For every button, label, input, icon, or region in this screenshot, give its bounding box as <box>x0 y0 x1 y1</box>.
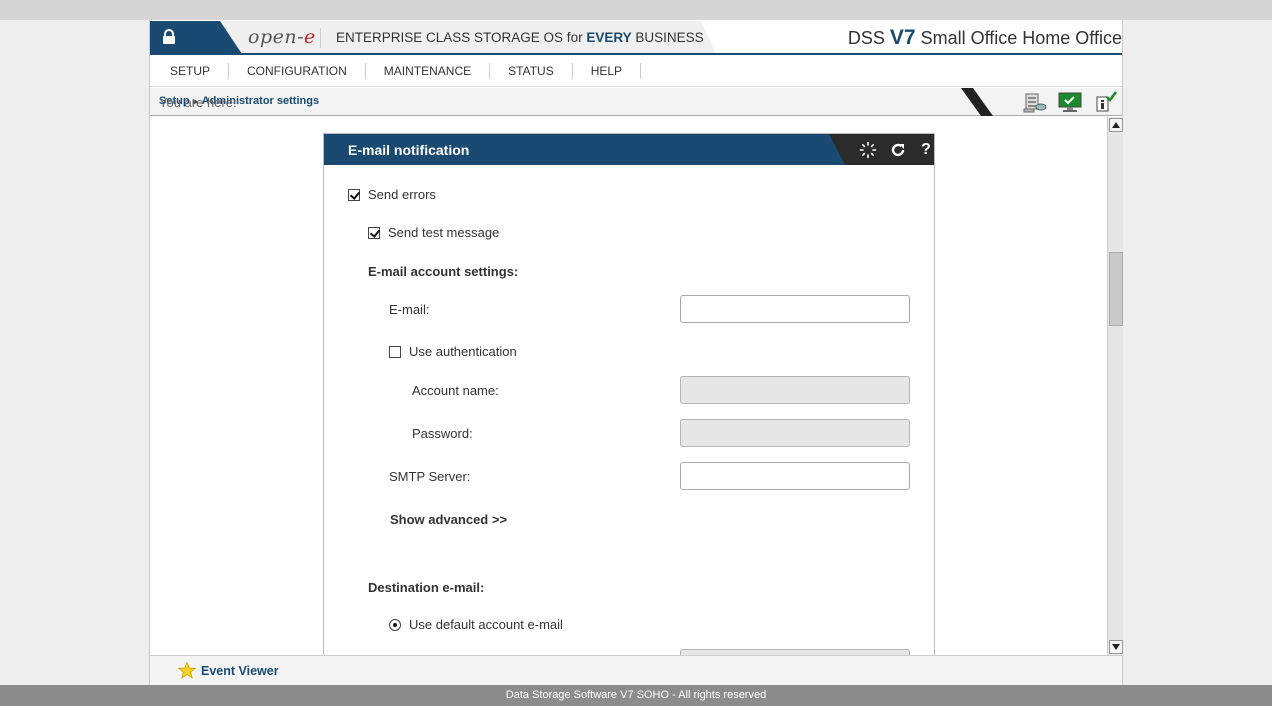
show-advanced-link[interactable]: Show advanced >> <box>390 512 507 527</box>
send-test-row[interactable]: Send test message <box>368 225 499 240</box>
menu-setup[interactable]: SETUP <box>152 63 230 79</box>
star-icon[interactable] <box>178 662 196 679</box>
scroll-thumb[interactable] <box>1109 252 1123 326</box>
header-tagline: ENTERPRISE CLASS STORAGE OS for EVERY BU… <box>336 30 704 45</box>
use-auth-label: Use authentication <box>409 344 517 359</box>
email-input[interactable] <box>680 295 910 323</box>
send-test-checkbox[interactable] <box>368 226 380 239</box>
storage-icon[interactable] <box>1023 91 1047 113</box>
event-viewer-link[interactable]: Event Viewer <box>201 664 279 678</box>
menu-status[interactable]: STATUS <box>490 63 573 79</box>
refresh-spinner-icon[interactable] <box>859 141 877 159</box>
panel-tools: ? <box>829 134 934 165</box>
reload-icon[interactable] <box>889 141 907 159</box>
header-slash-decoration <box>961 88 993 116</box>
info-check-icon[interactable] <box>1094 91 1118 113</box>
lock-icon <box>163 29 175 44</box>
password-input[interactable] <box>680 419 910 447</box>
main-content[interactable]: E-mail notification ? Send errors Send t… <box>151 117 1107 655</box>
app-frame: open-e ENTERPRISE CLASS STORAGE OS for E… <box>149 20 1123 685</box>
send-errors-checkbox[interactable] <box>348 188 360 201</box>
breadcrumb-bar: You are here: Setup ▶ Administrator settin… <box>150 88 1122 116</box>
browser-top-strip <box>0 0 1272 20</box>
smtp-server-input[interactable] <box>680 462 910 490</box>
account-section-title: E-mail account settings: <box>368 264 519 279</box>
panel-title-bar: E-mail notification ? <box>324 134 934 165</box>
menu-maintenance[interactable]: MAINTENANCE <box>366 63 491 79</box>
app-header: open-e ENTERPRISE CLASS STORAGE OS for E… <box>150 20 1122 55</box>
use-auth-row[interactable]: Use authentication <box>389 344 517 359</box>
send-errors-label: Send errors <box>368 187 436 202</box>
panel-title: E-mail notification <box>348 142 470 158</box>
account-name-input[interactable] <box>680 376 910 404</box>
send-errors-row[interactable]: Send errors <box>348 187 436 202</box>
use-default-row[interactable]: Use default account e-mail <box>389 617 563 632</box>
scroll-up-icon <box>1112 122 1120 128</box>
vertical-scrollbar[interactable] <box>1107 117 1123 655</box>
breadcrumb: You are here: Setup ▶ Administrator settin… <box>159 95 319 110</box>
scroll-down-icon <box>1112 644 1120 650</box>
use-default-label: Use default account e-mail <box>409 617 563 632</box>
menu-configuration[interactable]: CONFIGURATION <box>229 63 366 79</box>
monitor-icon[interactable] <box>1058 91 1082 113</box>
help-icon[interactable]: ? <box>917 141 934 159</box>
product-name: DSS V7 Small Office Home Office <box>847 26 1122 49</box>
scroll-down-button[interactable] <box>1109 640 1123 654</box>
scroll-up-button[interactable] <box>1109 118 1123 132</box>
event-viewer-bar: Event Viewer <box>150 655 1122 685</box>
main-menu: SETUP CONFIGURATION MAINTENANCE STATUS H… <box>150 55 1122 87</box>
use-auth-checkbox[interactable] <box>389 345 401 358</box>
menu-help[interactable]: HELP <box>573 63 642 79</box>
open-e-logo: open-e <box>248 26 316 48</box>
smtp-server-label: SMTP Server: <box>389 469 471 484</box>
email-label: E-mail: <box>389 302 430 317</box>
use-default-radio[interactable] <box>389 618 401 631</box>
page-footer: Data Storage Software V7 SOHO - All righ… <box>0 685 1272 706</box>
email-notification-panel: E-mail notification ? Send errors Send t… <box>323 133 935 655</box>
send-test-label: Send test message <box>388 225 500 240</box>
destination-section-title: Destination e-mail: <box>368 580 485 595</box>
header-separator <box>320 28 321 48</box>
breadcrumb-label: You are here: <box>159 95 237 110</box>
password-label: Password: <box>412 426 473 441</box>
account-name-label: Account name: <box>412 383 499 398</box>
